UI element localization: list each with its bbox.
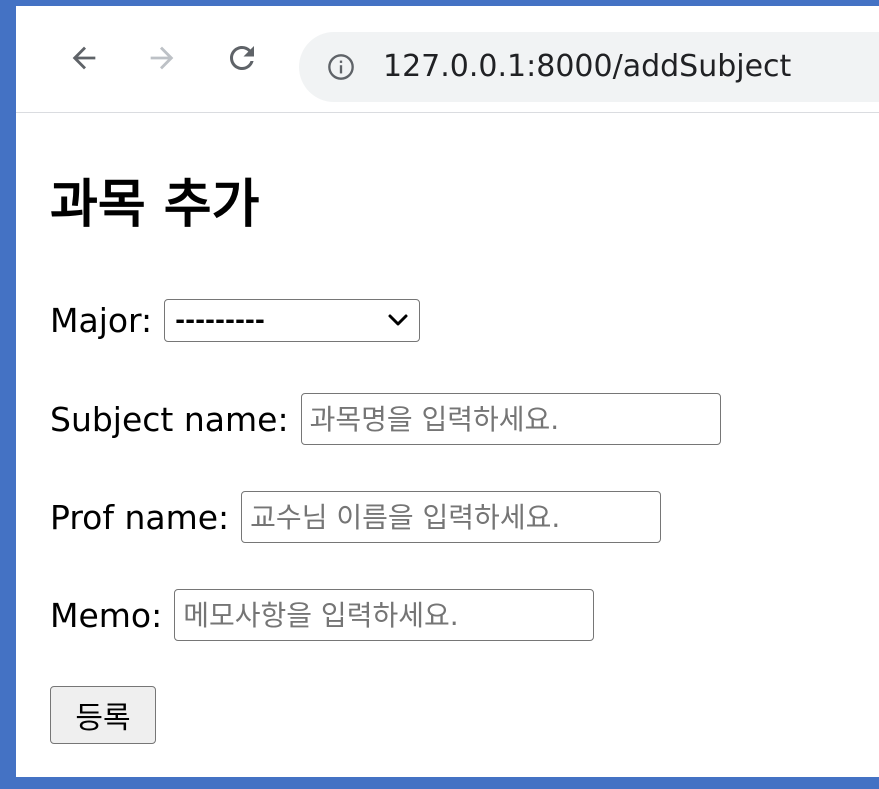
arrow-right-icon (150, 46, 174, 70)
prof-name-label: Prof name: (50, 497, 230, 537)
address-bar[interactable]: 127.0.0.1:8000/addSubject (299, 32, 879, 102)
subject-name-label: Subject name: (50, 399, 289, 439)
info-icon[interactable] (327, 53, 355, 81)
arrow-left-icon (72, 46, 96, 70)
memo-row: Memo: (50, 589, 595, 641)
url-text: 127.0.0.1:8000/addSubject (383, 49, 792, 84)
memo-label: Memo: (50, 595, 163, 635)
back-button[interactable] (60, 34, 108, 82)
major-selected-value: --------- (175, 306, 265, 334)
major-label: Major: (50, 301, 153, 340)
prof-name-input[interactable] (241, 491, 662, 543)
browser-toolbar: 127.0.0.1:8000/addSubject (16, 6, 879, 113)
memo-input[interactable] (174, 589, 595, 641)
page-title: 과목 추가 (50, 175, 260, 235)
reload-button[interactable] (218, 34, 266, 82)
chevron-down-icon (388, 314, 408, 326)
prof-name-row: Prof name: (50, 491, 662, 543)
major-select[interactable]: --------- (164, 299, 421, 342)
window-frame: 127.0.0.1:8000/addSubject 과목 추가 Major: -… (0, 0, 879, 789)
submit-button[interactable]: 등록 (50, 686, 156, 744)
reload-icon (230, 46, 254, 70)
major-row: Major: --------- (50, 299, 421, 342)
forward-button[interactable] (138, 34, 186, 82)
subject-name-input[interactable] (300, 393, 721, 445)
subject-name-row: Subject name: (50, 393, 721, 445)
